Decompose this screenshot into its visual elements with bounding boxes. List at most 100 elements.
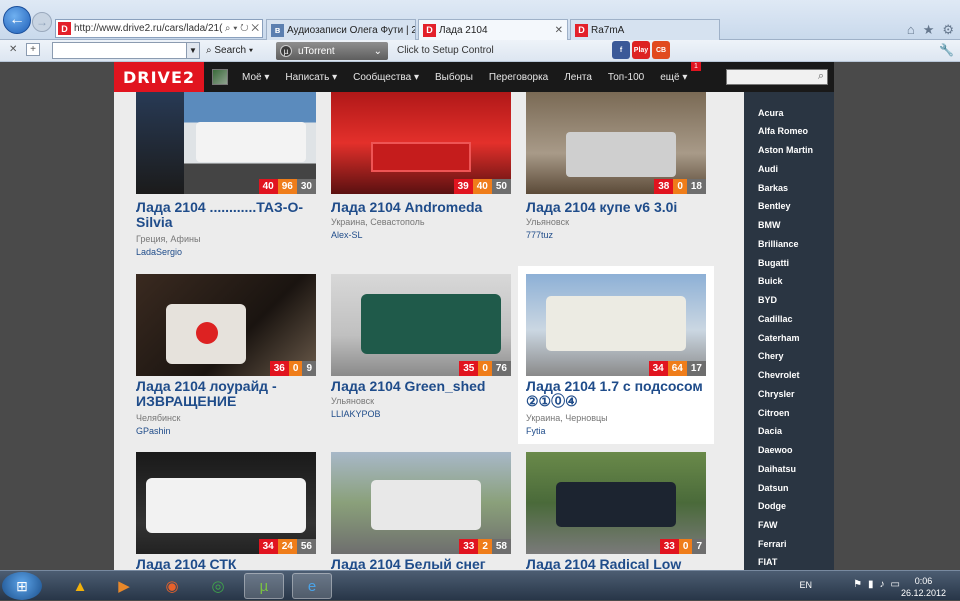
- car-card[interactable]: 38 0 18 Лада 2104 купе v6 3.0i Ульяновск 7…: [522, 92, 718, 262]
- forward-button[interactable]: →: [32, 12, 52, 32]
- car-card[interactable]: 33 0 7 Лада 2104 Radical Low: [522, 444, 718, 570]
- car-card[interactable]: 36 0 9 Лада 2104 лоурайд - ИЗВРАЩЕНИЕ Челя…: [130, 266, 326, 442]
- car-photo[interactable]: 35 0 76: [331, 274, 511, 376]
- facebook-icon[interactable]: f: [612, 41, 630, 59]
- address-url[interactable]: http://www.drive2.ru/cars/lada/21(: [74, 23, 225, 34]
- menu-talks[interactable]: Переговорка: [481, 72, 556, 83]
- utorrent-button[interactable]: µ uTorrent ⌄: [276, 42, 388, 60]
- close-tab-icon[interactable]: ✕: [551, 25, 563, 36]
- menu-feed[interactable]: Лента: [556, 72, 600, 83]
- brand-link[interactable]: Bentley: [758, 201, 791, 211]
- brand-link[interactable]: Daihatsu: [758, 464, 796, 474]
- brand-link[interactable]: Cadillac: [758, 314, 793, 324]
- brand-link[interactable]: Buick: [758, 276, 783, 286]
- car-title[interactable]: Лада 2104 Белый снег: [331, 557, 521, 571]
- car-card[interactable]: 35 0 76 Лада 2104 Green_shed Ульяновск LLI…: [326, 266, 522, 442]
- back-button[interactable]: ←: [3, 6, 31, 34]
- car-photo[interactable]: 34 64 17: [526, 274, 706, 376]
- brand-link[interactable]: Barkas: [758, 183, 788, 193]
- brand-link[interactable]: Acura: [758, 108, 784, 118]
- site-search-input[interactable]: ⌕: [726, 69, 828, 85]
- brand-link[interactable]: Bugatti: [758, 258, 789, 268]
- car-title[interactable]: Лада 2104 Green_shed: [331, 379, 521, 394]
- brand-link[interactable]: Chrysler: [758, 389, 795, 399]
- car-card[interactable]: 34 24 56 Лада 2104 СТК: [130, 444, 326, 570]
- taskbar-ie[interactable]: e: [292, 573, 332, 599]
- car-card[interactable]: 33 2 58 Лада 2104 Белый снег: [326, 444, 522, 570]
- taskbar-firefox[interactable]: ◉: [152, 573, 192, 599]
- menu-elections[interactable]: Выборы: [427, 72, 481, 83]
- car-title[interactable]: Лада 2104 Andromeda: [331, 200, 521, 215]
- clock[interactable]: 0:06 26.12.2012: [901, 575, 946, 599]
- car-photo[interactable]: 33 0 7: [526, 452, 706, 554]
- menu-communities[interactable]: Сообщества ▾: [345, 72, 427, 83]
- brand-link[interactable]: Dacia: [758, 426, 782, 436]
- address-tools[interactable]: ⌕ ▾ ↻ ✕: [225, 23, 262, 34]
- car-title[interactable]: Лада 2104 Radical Low: [526, 557, 716, 571]
- battery-icon[interactable]: ▭: [891, 579, 900, 590]
- car-card[interactable]: 40 96 30 Лада 2104 ............ТАЗ-О-Silvi…: [130, 92, 326, 262]
- menu-write[interactable]: Написать ▾: [277, 72, 345, 83]
- close-toolbar-icon[interactable]: ✕: [9, 44, 17, 55]
- gear-icon[interactable]: ⚙: [942, 22, 954, 38]
- brand-link[interactable]: Aston Martin: [758, 145, 813, 155]
- setup-control-text[interactable]: Click to Setup Control: [397, 45, 494, 56]
- car-title[interactable]: Лада 2104 купе v6 3.0i: [526, 200, 716, 215]
- car-photo[interactable]: 40 96 30: [136, 92, 316, 194]
- brand-link[interactable]: FAW: [758, 520, 778, 530]
- add-icon[interactable]: +: [26, 43, 40, 56]
- car-owner[interactable]: Fytia: [526, 426, 546, 436]
- home-icon[interactable]: ⌂: [907, 22, 915, 38]
- taskbar-aimp[interactable]: ▲: [60, 573, 100, 599]
- brand-link[interactable]: Daewoo: [758, 445, 793, 455]
- brand-link[interactable]: Ferrari: [758, 539, 787, 549]
- brand-link[interactable]: BYD: [758, 295, 777, 305]
- language-indicator[interactable]: EN: [799, 580, 812, 590]
- car-photo[interactable]: 33 2 58: [331, 452, 511, 554]
- taskbar-chrome[interactable]: ◎: [198, 573, 238, 599]
- menu-mine[interactable]: Моё ▾: [234, 72, 277, 83]
- car-photo[interactable]: 34 24 56: [136, 452, 316, 554]
- car-card-highlighted[interactable]: 34 64 17 Лада 2104 1.7 с подсосом ②①⓪④ Укр…: [518, 266, 714, 444]
- volume-icon[interactable]: ♪: [880, 579, 885, 590]
- brand-link[interactable]: Citroen: [758, 408, 790, 418]
- car-title[interactable]: Лада 2104 ............ТАЗ-О-Silvia: [136, 200, 326, 230]
- favorites-star-icon[interactable]: ★: [923, 22, 935, 38]
- brand-link[interactable]: Chevrolet: [758, 370, 800, 380]
- menu-top100[interactable]: Топ-100: [600, 72, 652, 83]
- network-icon[interactable]: ▮: [868, 579, 874, 590]
- taskbar-media[interactable]: ▶: [104, 573, 144, 599]
- car-title[interactable]: Лада 2104 лоурайд - ИЗВРАЩЕНИЕ: [136, 379, 326, 409]
- car-title[interactable]: Лада 2104 СТК: [136, 557, 326, 571]
- address-bar[interactable]: D http://www.drive2.ru/cars/lada/21( ⌕ ▾…: [55, 19, 263, 38]
- brand-link[interactable]: Audi: [758, 164, 778, 174]
- menu-more[interactable]: ещё ▾: [652, 72, 695, 83]
- car-owner[interactable]: LadaSergio: [136, 247, 182, 257]
- tab-ra7ma[interactable]: D Ra7mA: [570, 19, 720, 40]
- brand-link[interactable]: Dodge: [758, 501, 786, 511]
- tab-lada[interactable]: D Лада 2104 ✕: [418, 19, 568, 40]
- flag-icon[interactable]: ⚑: [853, 579, 862, 590]
- brand-link[interactable]: Caterham: [758, 333, 800, 343]
- tab-audio[interactable]: в Аудиозаписи Олега Фути | 20...: [266, 19, 416, 40]
- brand-link[interactable]: Chery: [758, 351, 784, 361]
- chevron-down-icon[interactable]: ▼: [186, 43, 199, 58]
- car-photo[interactable]: 38 0 18: [526, 92, 706, 194]
- car-owner[interactable]: Alex-SL: [331, 230, 363, 240]
- search-icon[interactable]: ⌕: [818, 70, 824, 83]
- drive2-logo[interactable]: DRIVE2: [114, 62, 204, 92]
- wrench-icon[interactable]: 🔧: [939, 43, 954, 57]
- search-button[interactable]: ⌕ Search ▾: [206, 45, 253, 56]
- car-owner[interactable]: 777tuz: [526, 230, 553, 240]
- car-title[interactable]: Лада 2104 1.7 с подсосом ②①⓪④: [526, 379, 716, 409]
- toolbar-search-input[interactable]: ▼: [52, 42, 200, 59]
- car-owner[interactable]: GPashin: [136, 426, 171, 436]
- brand-link[interactable]: Datsun: [758, 483, 789, 493]
- car-owner[interactable]: LLIAKYPOB: [331, 409, 381, 419]
- car-card[interactable]: 39 40 50 Лада 2104 Andromeda Украина, Сева…: [326, 92, 522, 262]
- play-icon[interactable]: Play: [632, 41, 650, 59]
- taskbar-utorrent[interactable]: µ: [244, 573, 284, 599]
- cb-icon[interactable]: CB: [652, 41, 670, 59]
- brand-link[interactable]: Brilliance: [758, 239, 799, 249]
- brand-link[interactable]: FIAT: [758, 557, 777, 567]
